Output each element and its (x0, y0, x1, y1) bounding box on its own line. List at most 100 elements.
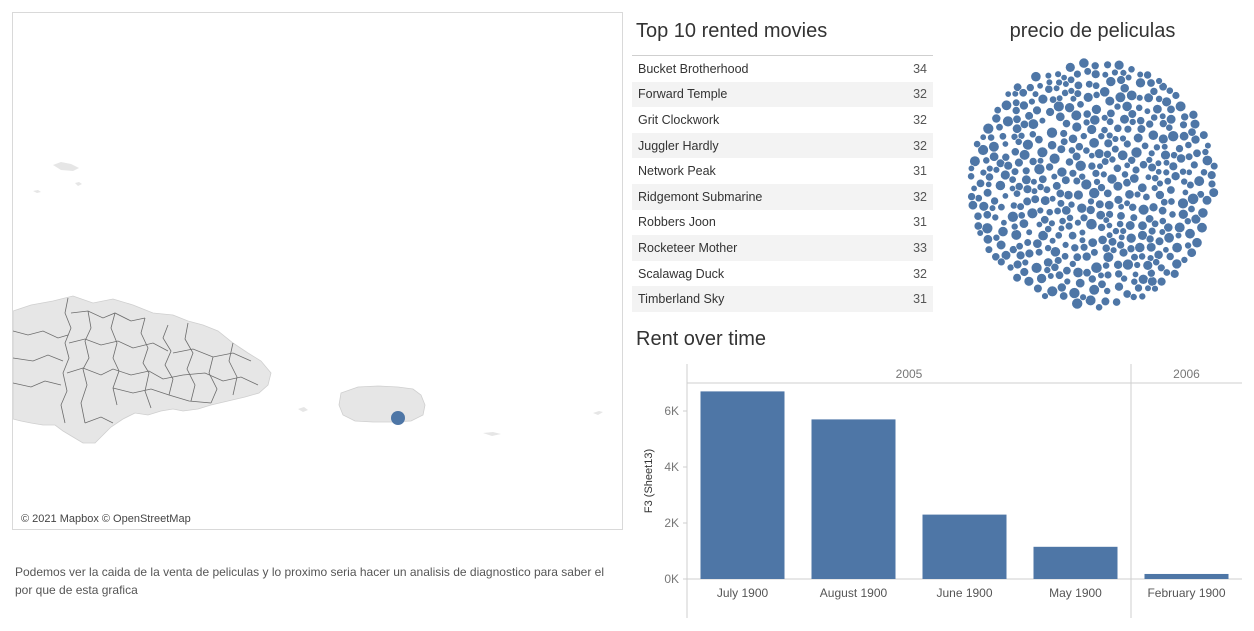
price-bubble[interactable] (1018, 218, 1029, 229)
price-bubble[interactable] (1085, 205, 1096, 215)
price-bubble[interactable] (1130, 277, 1139, 286)
price-bubble[interactable] (1139, 160, 1148, 170)
price-bubble[interactable] (1011, 106, 1021, 115)
price-bubble[interactable] (1143, 70, 1152, 80)
price-bubble[interactable] (1155, 168, 1163, 176)
price-bubble[interactable] (1152, 104, 1163, 115)
price-bubble[interactable] (1104, 95, 1115, 107)
price-bubble[interactable] (1030, 71, 1042, 83)
price-bubble[interactable] (1050, 262, 1060, 272)
price-bubble[interactable] (1037, 93, 1049, 105)
price-bubble[interactable] (1085, 80, 1094, 89)
price-bubble[interactable] (1141, 141, 1150, 150)
price-bubble[interactable] (1113, 59, 1125, 71)
price-bubble[interactable] (1016, 202, 1025, 211)
price-bubble[interactable] (1123, 124, 1133, 134)
price-bubble[interactable] (1028, 130, 1037, 139)
price-bubble[interactable] (1048, 237, 1057, 245)
price-bubble[interactable] (1138, 274, 1149, 285)
price-bubble[interactable] (1163, 232, 1175, 244)
price-bubble[interactable] (1054, 70, 1062, 78)
price-bubble[interactable] (1181, 188, 1189, 196)
table-row[interactable]: Bucket Brotherhood 34 (632, 56, 933, 82)
price-bubble[interactable] (1088, 152, 1096, 160)
price-bubble[interactable] (1052, 181, 1062, 191)
price-bubble[interactable] (997, 226, 1009, 237)
price-bubble[interactable] (1010, 201, 1018, 210)
price-bubble[interactable] (1068, 287, 1081, 299)
price-bubble[interactable] (1102, 261, 1110, 270)
price-bubble[interactable] (1155, 77, 1163, 85)
price-bubble[interactable] (1082, 109, 1092, 119)
bubble-chart[interactable] (960, 52, 1226, 316)
price-bubble[interactable] (1066, 213, 1074, 222)
bar-july-1900[interactable] (700, 391, 785, 579)
table-row[interactable]: Forward Temple 32 (632, 81, 933, 108)
price-bubble[interactable] (1174, 221, 1186, 234)
price-bubble[interactable] (1026, 83, 1035, 92)
price-bubble[interactable] (1156, 276, 1167, 287)
price-bubble[interactable] (1184, 228, 1196, 240)
price-bubble[interactable] (1003, 160, 1013, 171)
price-bubble[interactable] (1137, 220, 1148, 231)
table-row[interactable]: Network Peak 31 (632, 158, 933, 184)
price-bubble[interactable] (1190, 160, 1199, 170)
price-bubble[interactable] (973, 221, 983, 231)
price-bubble[interactable] (1021, 174, 1032, 185)
price-bubble[interactable] (1031, 90, 1040, 98)
price-bubble[interactable] (1155, 95, 1163, 103)
price-bubble[interactable] (1072, 176, 1081, 186)
price-bubble[interactable] (1118, 247, 1129, 258)
price-bubble[interactable] (1030, 194, 1040, 204)
price-bubble[interactable] (992, 233, 1001, 242)
price-bubble[interactable] (1114, 91, 1126, 103)
price-bubble[interactable] (1002, 115, 1014, 128)
price-bubble[interactable] (1008, 185, 1016, 193)
price-bubble[interactable] (1060, 137, 1069, 146)
price-bubble[interactable] (1162, 159, 1171, 167)
price-bubble[interactable] (1126, 89, 1138, 101)
price-bubble[interactable] (1147, 129, 1159, 141)
price-bubble[interactable] (1043, 266, 1052, 274)
price-bubble[interactable] (1154, 236, 1165, 246)
price-bubble[interactable] (1021, 166, 1031, 176)
price-bubble[interactable] (1144, 173, 1152, 181)
price-bubble[interactable] (967, 192, 976, 201)
price-bubble[interactable] (1097, 279, 1107, 289)
table-row[interactable]: Juggler Hardly 32 (632, 132, 933, 159)
price-bubble[interactable] (1030, 178, 1038, 186)
price-bubble[interactable] (1167, 130, 1179, 142)
price-bubble[interactable] (1111, 135, 1120, 143)
price-bubble[interactable] (988, 141, 1000, 153)
price-bubble[interactable] (1187, 205, 1196, 214)
price-bubble[interactable] (1136, 124, 1146, 134)
price-bubble[interactable] (982, 210, 992, 220)
price-bubble[interactable] (1129, 293, 1138, 301)
price-bubble[interactable] (1036, 82, 1044, 90)
price-bubble[interactable] (1179, 120, 1188, 130)
price-bubble[interactable] (1018, 149, 1031, 161)
price-bubble[interactable] (1184, 217, 1192, 225)
price-bubble[interactable] (1040, 195, 1051, 206)
price-bubble[interactable] (1034, 248, 1044, 257)
price-bubble[interactable] (1027, 118, 1039, 130)
price-bubble[interactable] (1079, 213, 1089, 223)
price-bubble[interactable] (1054, 231, 1063, 240)
price-bubble[interactable] (1095, 303, 1103, 312)
price-bubble[interactable] (1061, 89, 1069, 97)
bar-chart[interactable]: 0K 2K 4K 6K F3 (Sheet13) 2005 July 1900 August … (632, 360, 1252, 622)
price-bubble[interactable] (1033, 283, 1043, 294)
price-bubble[interactable] (1083, 67, 1092, 76)
price-bubble[interactable] (979, 168, 988, 177)
price-bubble[interactable] (1045, 208, 1054, 217)
price-bubble[interactable] (1168, 161, 1179, 172)
price-bubble[interactable] (1087, 237, 1098, 248)
price-bubble[interactable] (1058, 217, 1067, 225)
bar-june-1900[interactable] (922, 514, 1007, 579)
price-bubble[interactable] (1014, 182, 1024, 191)
price-bubble[interactable] (1035, 221, 1043, 229)
price-bubble[interactable] (1118, 233, 1126, 241)
price-bubble[interactable] (982, 156, 991, 165)
price-bubble[interactable] (1127, 109, 1137, 119)
price-bubble[interactable] (1091, 104, 1102, 115)
